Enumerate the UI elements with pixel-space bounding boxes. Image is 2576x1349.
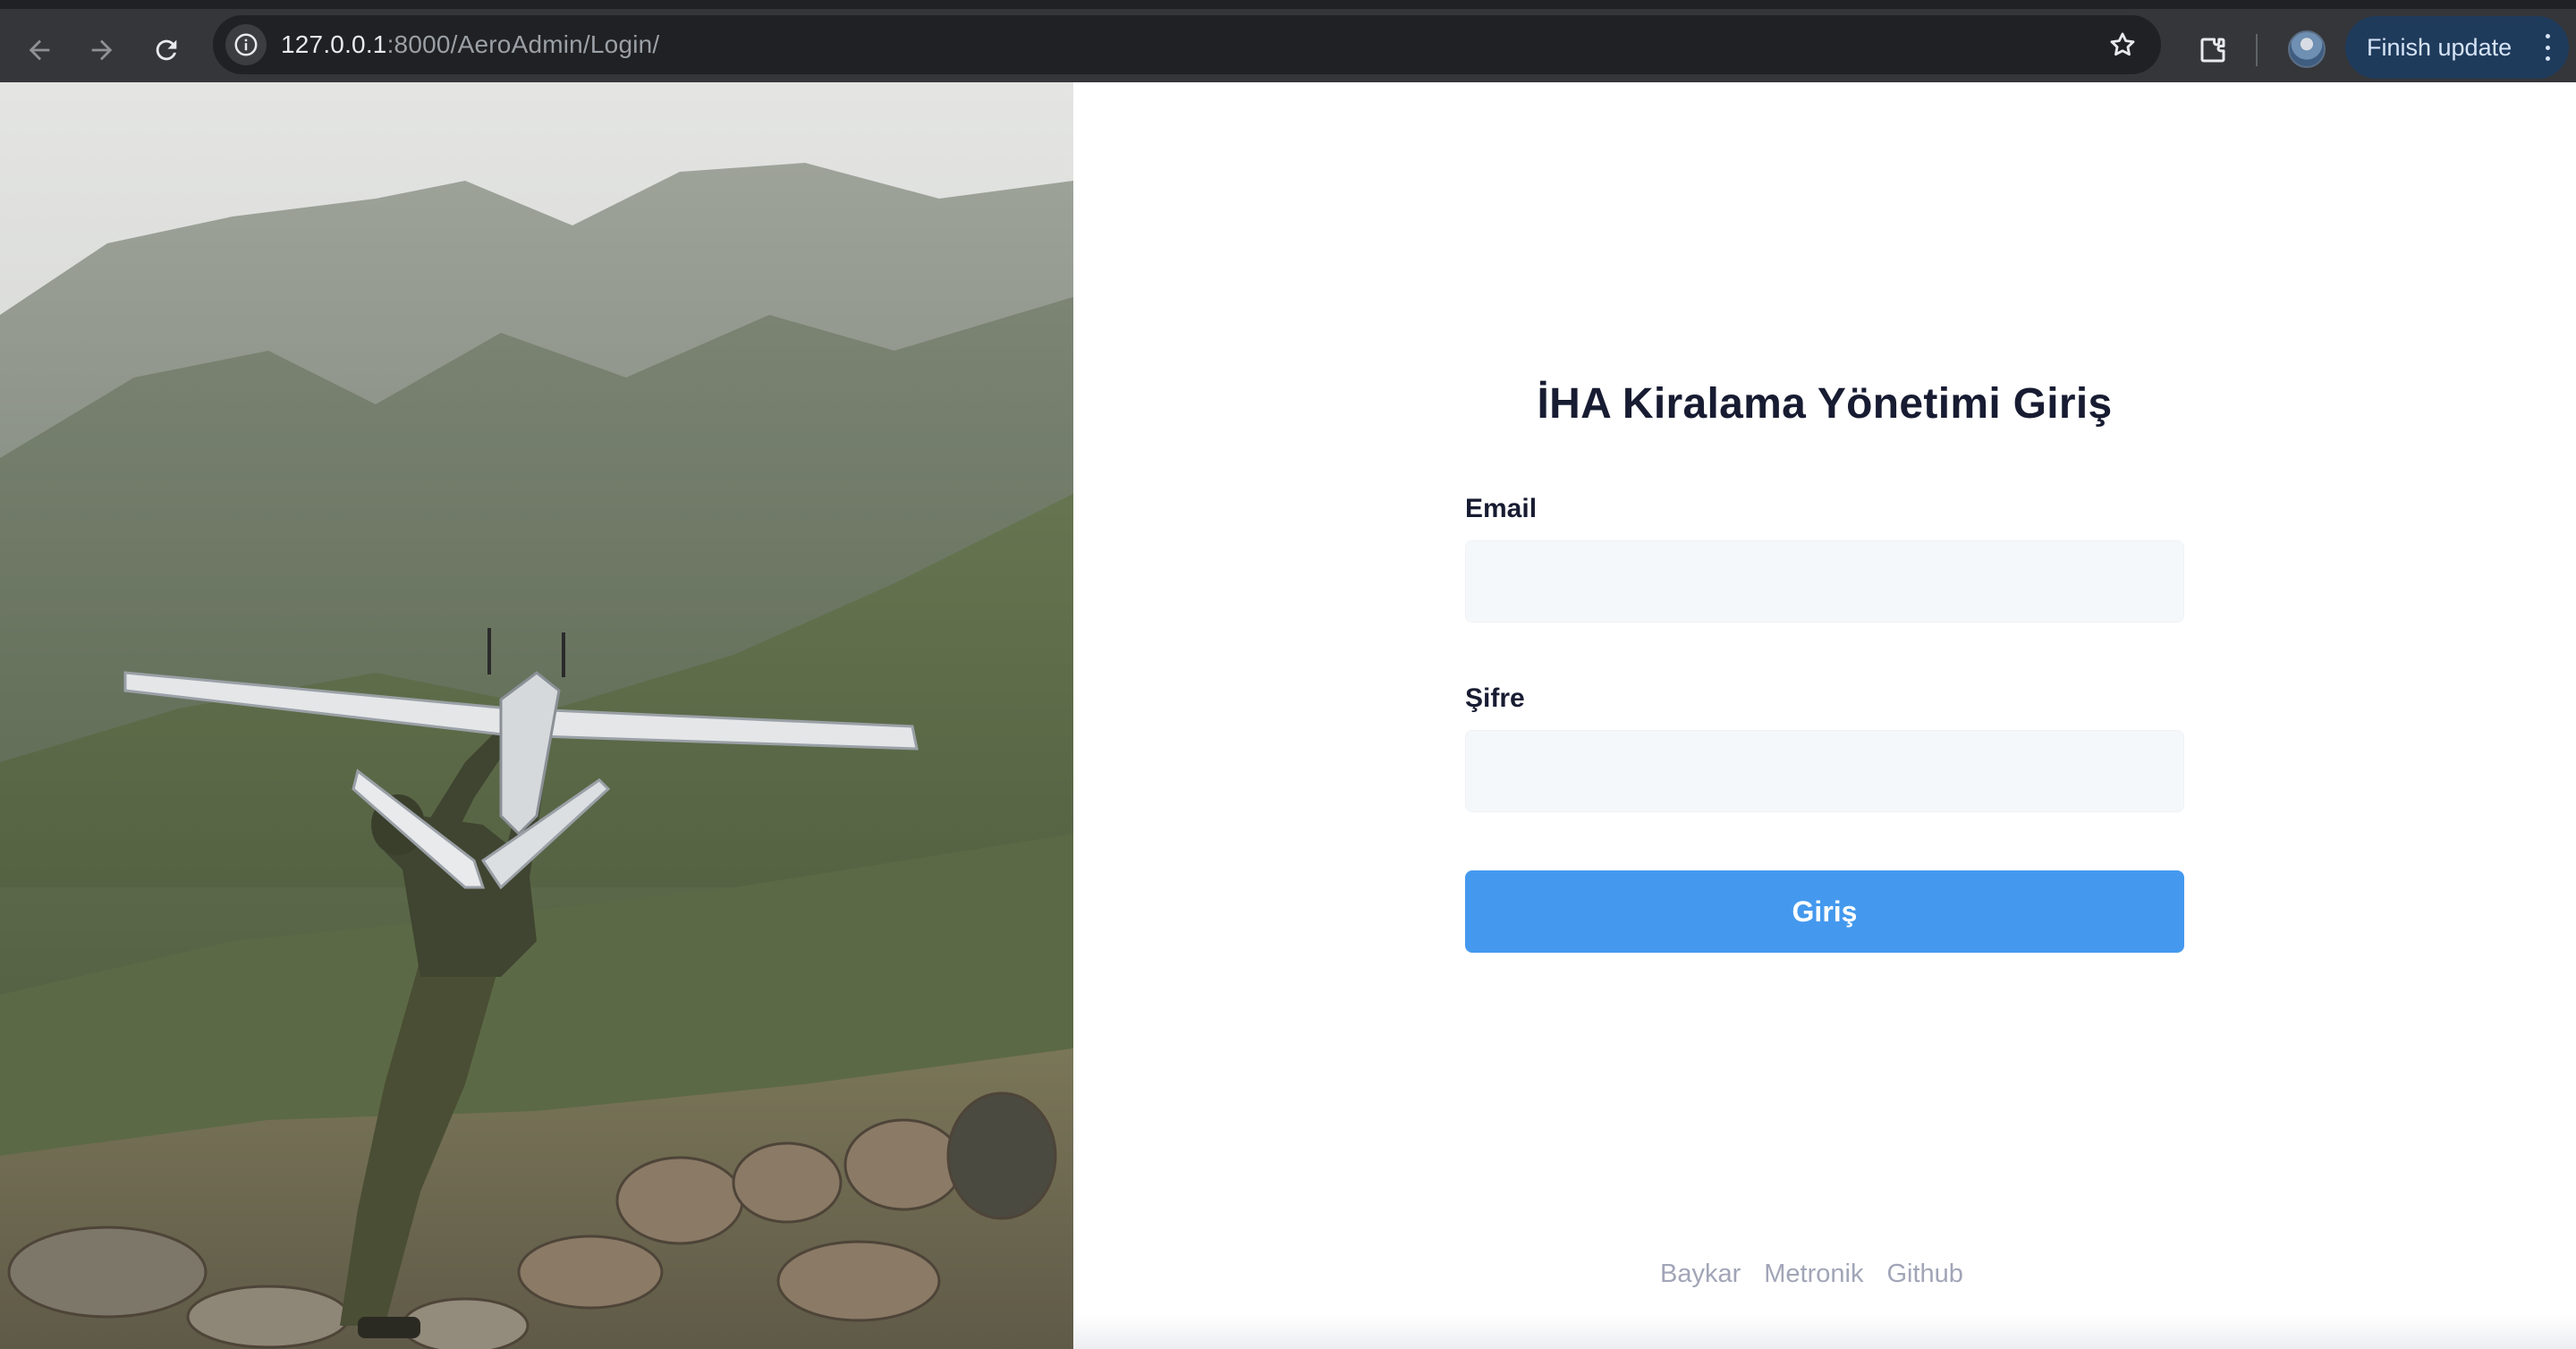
finish-update-label: Finish update bbox=[2367, 33, 2512, 61]
footer-links: Baykar Metronik Github bbox=[1660, 1256, 1991, 1292]
login-title: İHA Kiralama Yönetimi Giriş bbox=[1537, 380, 2113, 428]
login-submit-button[interactable]: Giriş bbox=[1465, 870, 2184, 953]
password-field[interactable] bbox=[1465, 730, 2184, 812]
info-icon bbox=[234, 33, 258, 56]
site-info-button[interactable] bbox=[225, 24, 267, 65]
back-button[interactable] bbox=[14, 25, 64, 75]
more-vertical-icon[interactable] bbox=[2544, 34, 2551, 61]
arrow-left-icon bbox=[29, 39, 50, 61]
url-host: 127.0.0.1 bbox=[281, 30, 387, 58]
star-icon bbox=[2110, 32, 2135, 56]
toolbar-divider bbox=[2256, 34, 2258, 66]
puzzle-icon bbox=[2200, 38, 2225, 63]
bookmark-button[interactable] bbox=[2104, 26, 2141, 64]
forward-button[interactable] bbox=[77, 25, 127, 75]
reload-button[interactable] bbox=[141, 25, 191, 75]
footer-link-metronik[interactable]: Metronik bbox=[1764, 1260, 1863, 1289]
finish-update-button[interactable]: Finish update bbox=[2345, 16, 2569, 79]
address-bar[interactable]: 127.0.0.1:8000/AeroAdmin/Login/ bbox=[213, 15, 2161, 74]
profile-avatar[interactable] bbox=[2288, 30, 2326, 68]
login-panel bbox=[1073, 82, 2576, 1349]
footer-link-baykar[interactable]: Baykar bbox=[1660, 1260, 1741, 1289]
password-label: Şifre bbox=[1465, 683, 1525, 713]
drone-launch-illustration bbox=[0, 82, 1073, 1349]
footer-link-github[interactable]: Github bbox=[1886, 1260, 1962, 1289]
arrow-right-icon bbox=[91, 39, 113, 61]
extensions-button[interactable] bbox=[2188, 25, 2238, 75]
hero-photo bbox=[0, 82, 1073, 1349]
email-label: Email bbox=[1465, 494, 1538, 523]
bottom-shade bbox=[1073, 1315, 2576, 1349]
email-field[interactable] bbox=[1465, 540, 2184, 623]
url-text[interactable]: 127.0.0.1:8000/AeroAdmin/Login/ bbox=[281, 15, 659, 74]
url-path: :8000/AeroAdmin/Login/ bbox=[386, 30, 660, 58]
reload-icon bbox=[156, 39, 177, 61]
browser-toolbar: 127.0.0.1:8000/AeroAdmin/Login/ Finish u… bbox=[0, 0, 2576, 82]
